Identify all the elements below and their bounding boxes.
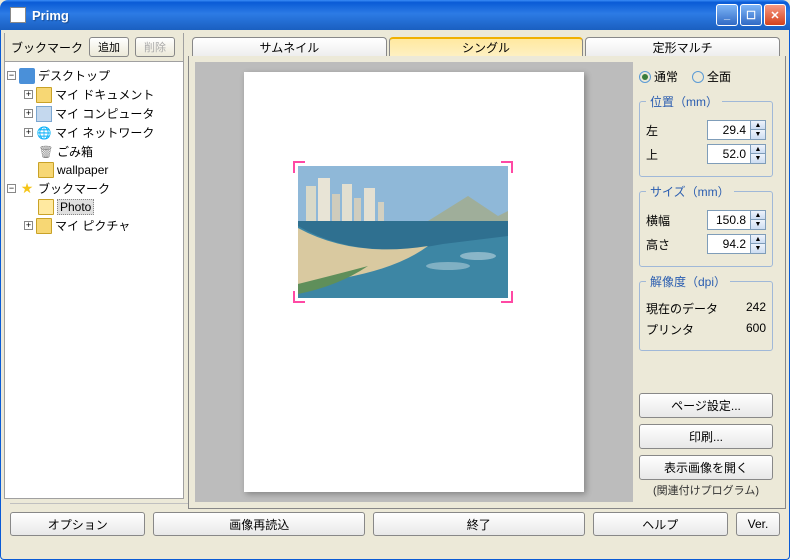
- position-group: 位置（mm） 左 ▲▼ 上 ▲▼: [639, 93, 773, 177]
- options-button[interactable]: オプション: [10, 512, 145, 536]
- tree-node-photo[interactable]: Photo: [7, 198, 181, 216]
- expand-icon[interactable]: +: [24, 90, 33, 99]
- collapse-icon[interactable]: −: [7, 184, 16, 193]
- titlebar: ◫ Primg _ ☐ ✕: [0, 0, 790, 30]
- exit-button[interactable]: 終了: [373, 512, 585, 536]
- tree-node-mynet[interactable]: + 🌐 マイ ネットワーク: [7, 123, 181, 142]
- tab-content: 通常 全面 位置（mm） 左 ▲▼: [188, 56, 786, 509]
- resolution-group: 解像度（dpi） 現在のデータ 242 プリンタ 600: [639, 273, 773, 351]
- left-label: 左: [646, 122, 658, 139]
- spin-up[interactable]: ▲: [751, 211, 765, 220]
- bottom-toolbar: オプション 画像再読込 終了 ヘルプ Ver.: [4, 504, 786, 540]
- tree-node-mypics[interactable]: + マイ ピクチャ: [7, 216, 181, 235]
- maximize-button[interactable]: ☐: [740, 4, 762, 26]
- current-data-value: 242: [746, 300, 766, 317]
- expand-icon[interactable]: +: [24, 128, 33, 137]
- minimize-button[interactable]: _: [716, 4, 738, 26]
- folder-icon: [36, 87, 52, 103]
- tree-node-wallpaper[interactable]: wallpaper: [7, 161, 181, 179]
- page-preview[interactable]: [244, 72, 584, 492]
- window-title: Primg: [32, 8, 716, 23]
- spin-down[interactable]: ▼: [751, 244, 765, 253]
- network-icon: 🌐: [36, 125, 52, 141]
- version-button[interactable]: Ver.: [736, 512, 780, 536]
- size-legend: サイズ（mm）: [646, 183, 734, 200]
- height-label: 高さ: [646, 236, 670, 253]
- preview-image: [298, 166, 508, 298]
- position-legend: 位置（mm）: [646, 93, 722, 110]
- tree-node-trash[interactable]: 🗑 ごみ箱: [7, 142, 181, 161]
- radio-unchecked-icon: [692, 71, 704, 83]
- spin-down[interactable]: ▼: [751, 154, 765, 163]
- width-input[interactable]: [708, 213, 750, 227]
- folder-icon: [38, 162, 54, 178]
- spin-up[interactable]: ▲: [751, 235, 765, 244]
- sidebar: ブックマーク 追加 削除 − デスクトップ + マイ ドキュメント: [4, 33, 184, 499]
- folder-tree: − デスクトップ + マイ ドキュメント + マイ コンピュータ: [5, 61, 183, 498]
- delete-bookmark-button: 削除: [135, 37, 175, 57]
- tab-single[interactable]: シングル: [389, 37, 584, 56]
- tabs: サムネイル シングル 定形マルチ: [188, 33, 786, 56]
- current-data-label: 現在のデータ: [646, 300, 718, 317]
- spin-down[interactable]: ▼: [751, 220, 765, 229]
- expand-icon[interactable]: +: [24, 221, 33, 230]
- tree-node-bookmark[interactable]: − ★ ブックマーク: [7, 179, 181, 198]
- open-image-button[interactable]: 表示画像を開く: [639, 455, 773, 480]
- mode-normal-radio[interactable]: 通常: [639, 68, 678, 85]
- left-spinner[interactable]: ▲▼: [707, 120, 766, 140]
- printer-value: 600: [746, 321, 766, 338]
- top-input[interactable]: [708, 147, 750, 161]
- main-panel: サムネイル シングル 定形マルチ: [184, 33, 786, 499]
- mode-full-radio[interactable]: 全面: [692, 68, 731, 85]
- help-button[interactable]: ヘルプ: [593, 512, 728, 536]
- add-bookmark-button[interactable]: 追加: [89, 37, 129, 57]
- resolution-legend: 解像度（dpi）: [646, 273, 730, 290]
- open-image-sublabel: (関連付けプログラム): [639, 482, 773, 498]
- left-input[interactable]: [708, 123, 750, 137]
- crop-handle-bl[interactable]: [293, 291, 305, 303]
- reload-image-button[interactable]: 画像再読込: [153, 512, 365, 536]
- desktop-icon: [19, 68, 35, 84]
- spin-up[interactable]: ▲: [751, 145, 765, 154]
- crop-handle-br[interactable]: [501, 291, 513, 303]
- bookmark-label: ブックマーク: [11, 39, 83, 56]
- folder-open-icon: [38, 199, 54, 215]
- window-buttons: _ ☐ ✕: [716, 4, 786, 26]
- crop-handle-tr[interactable]: [501, 161, 513, 173]
- tree-node-desktop[interactable]: − デスクトップ: [7, 66, 181, 85]
- canvas-area[interactable]: [195, 62, 633, 502]
- tab-thumbnail[interactable]: サムネイル: [192, 37, 387, 56]
- spin-down[interactable]: ▼: [751, 130, 765, 139]
- width-label: 横幅: [646, 212, 670, 229]
- crop-handle-tl[interactable]: [293, 161, 305, 173]
- spin-up[interactable]: ▲: [751, 121, 765, 130]
- print-button[interactable]: 印刷...: [639, 424, 773, 449]
- size-group: サイズ（mm） 横幅 ▲▼ 高さ ▲▼: [639, 183, 773, 267]
- top-spinner[interactable]: ▲▼: [707, 144, 766, 164]
- collapse-icon[interactable]: −: [7, 71, 16, 80]
- app-icon: ◫: [10, 7, 26, 23]
- width-spinner[interactable]: ▲▼: [707, 210, 766, 230]
- sidebar-toolbar: ブックマーク 追加 削除: [5, 33, 183, 61]
- page-setup-button[interactable]: ページ設定...: [639, 393, 773, 418]
- height-input[interactable]: [708, 237, 750, 251]
- computer-icon: [36, 106, 52, 122]
- printer-label: プリンタ: [646, 321, 694, 338]
- tree-node-mycomp[interactable]: + マイ コンピュータ: [7, 104, 181, 123]
- expand-icon[interactable]: +: [24, 109, 33, 118]
- folder-icon: [36, 218, 52, 234]
- settings-panel: 通常 全面 位置（mm） 左 ▲▼: [633, 62, 779, 502]
- top-label: 上: [646, 146, 658, 163]
- trash-icon: 🗑: [38, 144, 54, 160]
- image-selection[interactable]: [298, 166, 508, 298]
- tab-multi[interactable]: 定形マルチ: [585, 37, 780, 56]
- close-button[interactable]: ✕: [764, 4, 786, 26]
- height-spinner[interactable]: ▲▼: [707, 234, 766, 254]
- tree-node-mydocs[interactable]: + マイ ドキュメント: [7, 85, 181, 104]
- mode-radios: 通常 全面: [639, 66, 773, 87]
- radio-checked-icon: [639, 71, 651, 83]
- star-icon: ★: [19, 181, 35, 197]
